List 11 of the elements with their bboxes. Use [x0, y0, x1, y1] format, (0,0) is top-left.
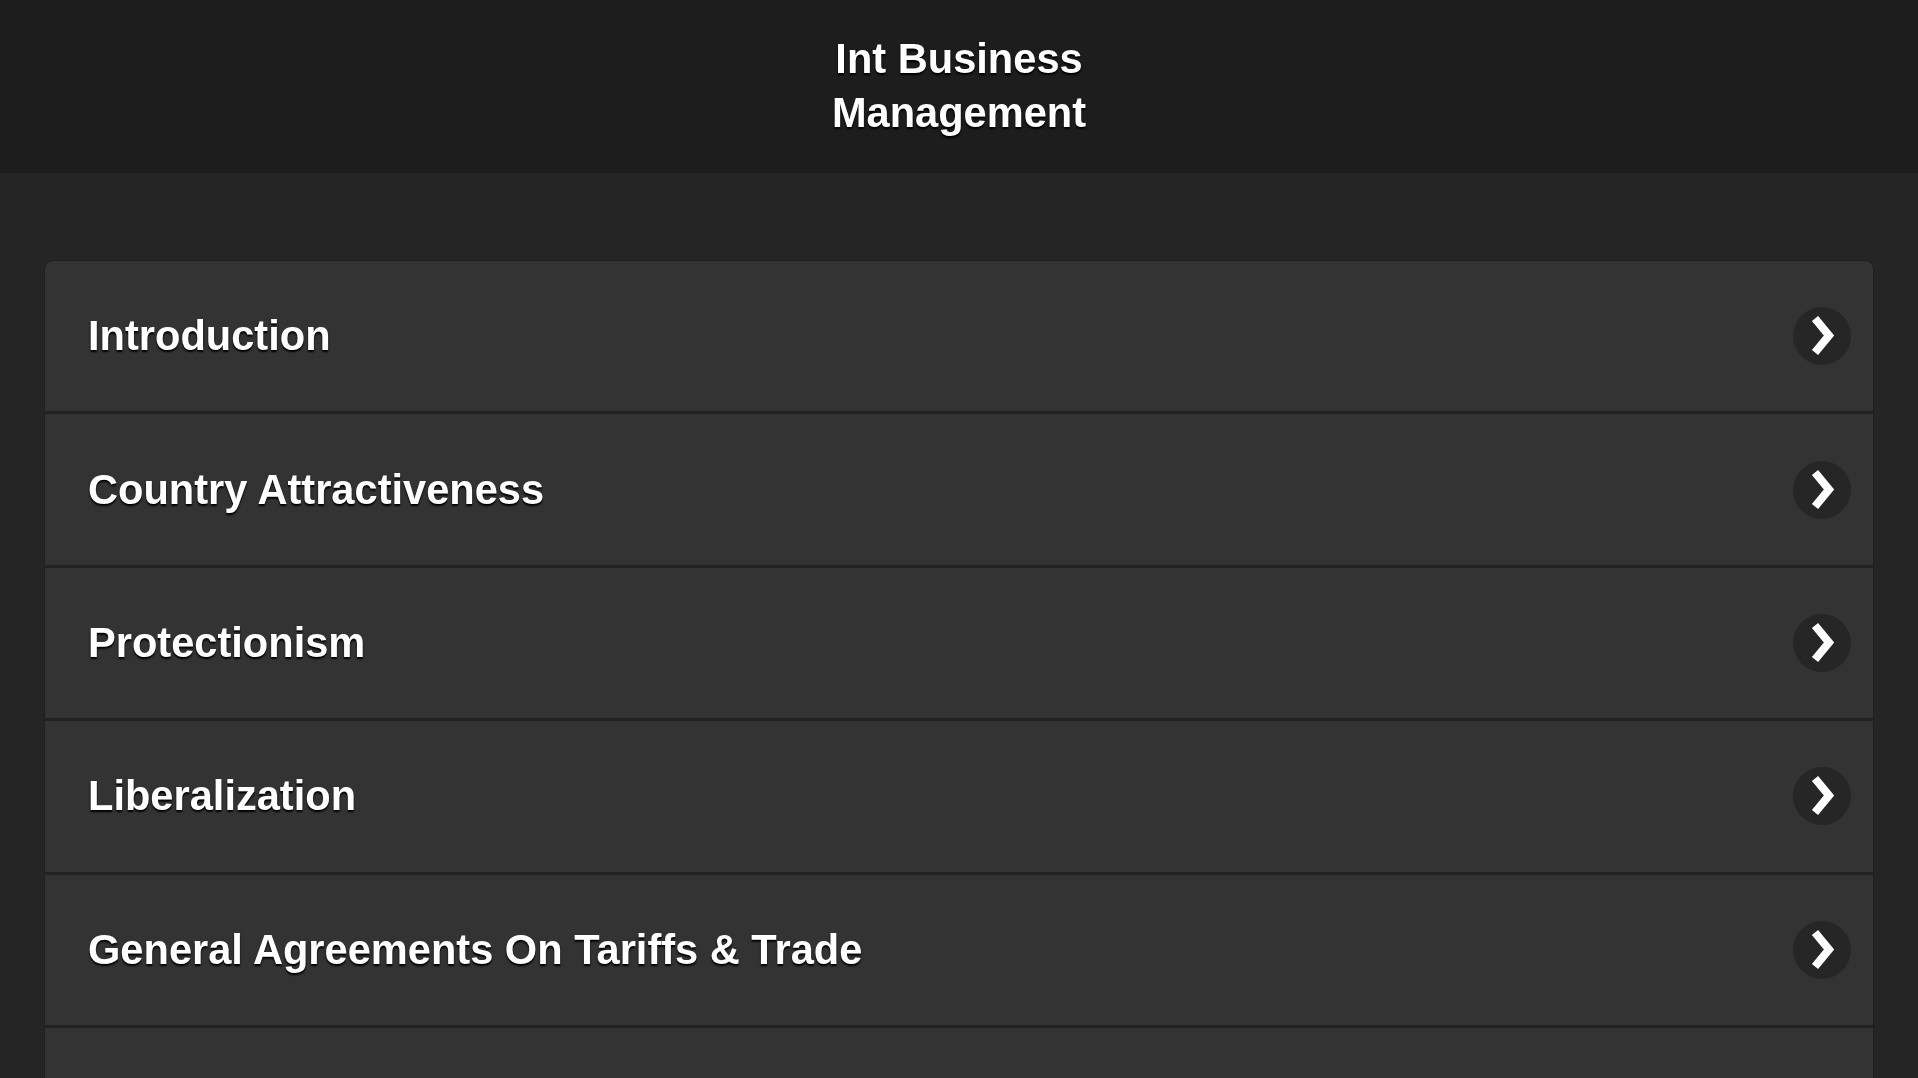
chevron-right-icon [1793, 307, 1851, 366]
chevron-right-icon [1793, 460, 1851, 519]
menu-item[interactable]: Introduction [45, 261, 1873, 415]
menu-item[interactable]: Protectionism [45, 567, 1873, 722]
menu-item[interactable]: Country Attractiveness [45, 414, 1873, 568]
app-title: Int Business Management [830, 34, 1088, 138]
chevron-right-icon [1793, 613, 1851, 672]
menu-item[interactable]: General Agreements On Tariffs & Trade [45, 874, 1873, 1028]
chevron-right-icon [1793, 920, 1851, 979]
chevron-right-icon [1793, 767, 1851, 826]
menu-item[interactable]: Liberalization [45, 721, 1873, 875]
